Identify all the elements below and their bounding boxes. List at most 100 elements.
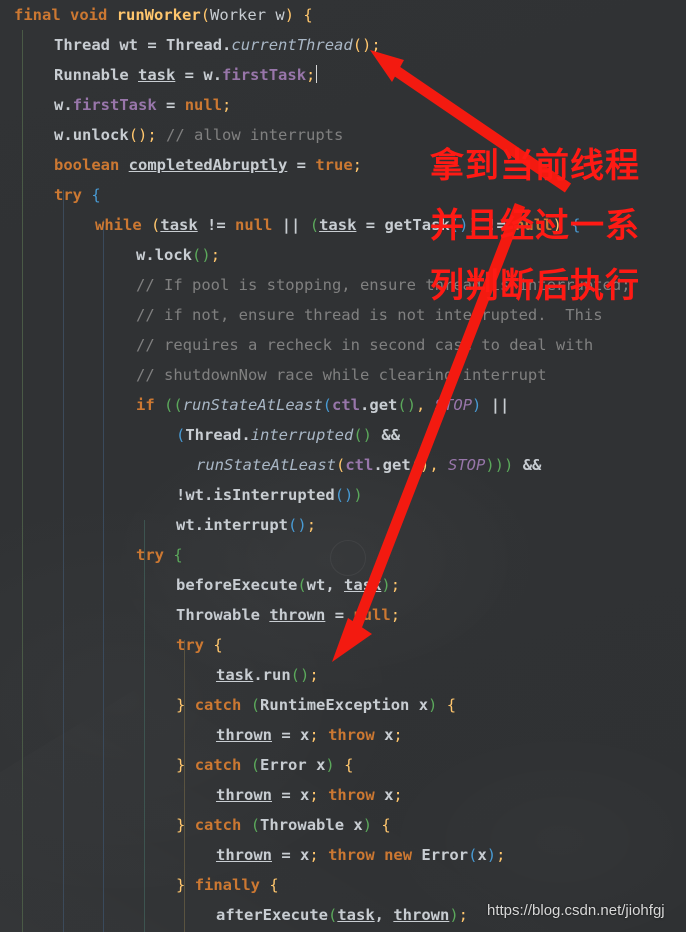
code-line-7: try { <box>0 180 686 210</box>
token-semi: ; <box>306 66 316 84</box>
token-parens: () <box>353 426 373 444</box>
token-dot: . <box>360 396 370 414</box>
token-var-x: x <box>418 696 429 714</box>
token-obj-w: w <box>54 96 64 114</box>
token-x-2: x <box>477 846 487 864</box>
code-line-13: // shutdownNow race while clearing inter… <box>0 360 686 390</box>
token-const-stop: STOP <box>434 396 473 414</box>
token-if: if <box>136 396 155 414</box>
token-paren-3: ) <box>468 216 478 234</box>
token-paren-2: ) <box>449 906 459 924</box>
token-dot: . <box>204 486 214 504</box>
token-paren-2: ( <box>322 396 333 414</box>
token-obj-w: w <box>54 126 64 144</box>
token-paren-1: ( <box>327 906 338 924</box>
token-true: true <box>315 156 353 174</box>
token-op-or: || <box>490 396 510 414</box>
token-parens: () <box>334 486 354 504</box>
token-eq: = <box>184 66 195 84</box>
token-arg-task: task <box>344 576 382 594</box>
token-paren-2: ))) <box>485 456 514 474</box>
token-try: try <box>136 546 164 564</box>
token-var-thrown: thrown <box>269 606 326 624</box>
token-semi: ; <box>210 246 221 264</box>
token-brace-open: { <box>571 216 581 234</box>
token-method-name: runWorker <box>116 6 201 24</box>
token-op-and: && <box>522 456 542 474</box>
token-brace-open: { <box>269 876 279 894</box>
code-line-32: } <box>0 926 686 932</box>
token-semi: ; <box>309 846 319 864</box>
token-semi: ; <box>371 36 381 54</box>
token-comment-2: // if not, ensure thread is not interrup… <box>136 306 603 324</box>
code-line-26: } catch (Error x) { <box>0 750 686 780</box>
token-obj-wt: wt <box>185 486 205 504</box>
token-var-completedabruptly: completedAbruptly <box>128 156 288 174</box>
token-var-x: x <box>353 816 363 834</box>
token-op-ne-2: != <box>487 216 506 234</box>
token-call-afterexecute: afterExecute <box>216 906 328 924</box>
token-void: void <box>70 6 108 24</box>
code-line-24: } catch (RuntimeException x) { <box>0 690 686 720</box>
token-paren-1: ( <box>250 816 261 834</box>
token-brace-close: } <box>176 816 186 834</box>
code-line-20: beforeExecute(wt, task); <box>0 570 686 600</box>
token-parens: () <box>288 516 307 534</box>
token-eq: = <box>281 726 291 744</box>
token-paren-3: ) <box>472 396 482 414</box>
token-call-lock: lock <box>154 246 193 264</box>
code-line-29: thrown = x; throw new Error(x); <box>0 840 686 870</box>
token-call-gettask: getTask <box>384 216 450 234</box>
token-call-get: get <box>369 396 398 414</box>
token-obj-wt: wt <box>176 516 195 534</box>
token-null: null <box>184 96 223 114</box>
token-paren-2: ) <box>486 846 497 864</box>
token-brace-open: { <box>303 6 313 24</box>
token-final: final <box>14 6 61 24</box>
code-line-6: boolean completedAbruptly = true; <box>0 150 686 180</box>
token-call-isinterrupted: isInterrupted <box>213 486 335 504</box>
code-screenshot: final void runWorker(Worker w) { Thread … <box>0 0 686 932</box>
token-catch: catch <box>194 756 242 774</box>
code-line-25: thrown = x; throw x; <box>0 720 686 750</box>
token-comma: , <box>325 576 345 594</box>
code-line-23: task.run(); <box>0 660 686 690</box>
token-const-stop: STOP <box>448 456 486 474</box>
code-line-17: !wt.isInterrupted()) <box>0 480 686 510</box>
token-brace-open: { <box>91 186 101 204</box>
token-call-interrupted: interrupted <box>250 426 354 444</box>
token-comment: // allow interrupts <box>166 126 344 144</box>
token-arg-task: task <box>337 906 375 924</box>
code-line-2: Thread wt = Thread.currentThread(); <box>0 30 686 60</box>
token-var-task: task <box>160 216 198 234</box>
token-paren-1: ( <box>250 696 261 714</box>
code-line-9: w.lock(); <box>0 240 686 270</box>
code-area[interactable]: final void runWorker(Worker w) { Thread … <box>0 0 686 932</box>
token-x: x <box>300 846 310 864</box>
code-line-11: // if not, ensure thread is not interrup… <box>0 300 686 330</box>
token-semi: ; <box>390 606 401 624</box>
token-parens: () <box>128 126 148 144</box>
token-semi: ; <box>352 156 363 174</box>
token-eq: = <box>334 606 345 624</box>
token-obj-w: w <box>203 66 213 84</box>
token-var-task-2: task <box>319 216 357 234</box>
token-paren: ) <box>353 486 363 504</box>
token-paren-2: ) <box>428 696 438 714</box>
token-null-2: null <box>515 216 553 234</box>
code-line-28: } catch (Throwable x) { <box>0 810 686 840</box>
token-semi-2: ; <box>496 846 506 864</box>
token-paren-close: ) <box>284 6 295 24</box>
token-try: try <box>54 186 82 204</box>
code-line-8: while (task != null || (task = getTask()… <box>0 210 686 240</box>
token-brace-open: { <box>213 636 223 654</box>
token-dot: . <box>194 516 205 534</box>
token-semi: ; <box>390 576 401 594</box>
token-dot: . <box>63 126 73 144</box>
token-param-name: w <box>275 6 285 24</box>
token-new: new <box>384 846 413 864</box>
code-line-12: // requires a recheck in second case to … <box>0 330 686 360</box>
token-semi: ; <box>147 126 157 144</box>
token-op-or: || <box>281 216 301 234</box>
token-eq: = <box>281 846 291 864</box>
